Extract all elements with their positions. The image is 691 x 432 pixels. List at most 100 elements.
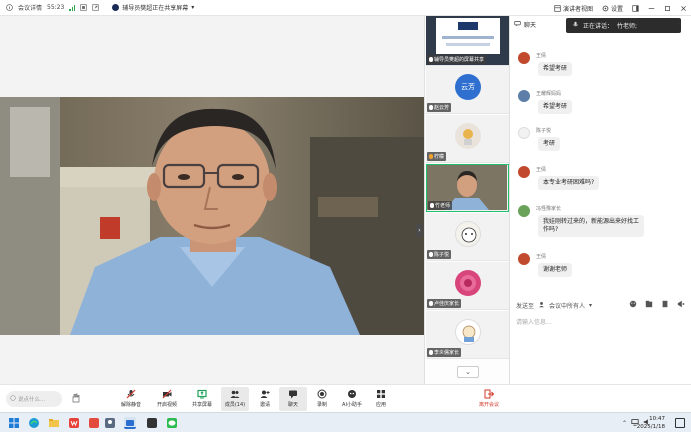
send-to-label: 发送至 [516,303,535,310]
message-text: 谢谢老师 [538,263,573,277]
message-sender: 王倩 [536,254,547,260]
info-icon[interactable] [6,4,13,11]
windows-start-icon[interactable] [8,417,20,429]
wps-icon[interactable] [68,417,80,429]
participant-name: 竹老师 [428,201,453,210]
message-text: 我娃刚转过来的，新能源出来好找工 作吗? [538,215,645,237]
chat-icon [288,389,298,399]
avatar [518,205,530,217]
message-sender: 王耀辉妈妈 [536,91,562,97]
chat-tools [629,300,685,308]
megaphone-icon[interactable] [677,300,685,308]
message-text: 希望考研 [538,100,573,114]
file-icon[interactable] [645,300,653,308]
send-to-value: 会议中所有人 [549,303,586,310]
invite-button[interactable]: 邀请 [251,387,279,411]
meeting-app-icon[interactable] [124,417,136,429]
file-explorer-icon[interactable] [48,417,60,429]
participant-name: 辅导员樊超的屏幕共享 [427,55,487,64]
participant-tile[interactable]: 李炎儒家长 [426,311,509,359]
participant-tile[interactable]: 云芳 赵云芳 [426,66,509,114]
participant-tile-active[interactable]: 竹老师 [426,164,509,212]
exit-icon [484,389,495,399]
message-sender: 冯怪豫家长 [536,206,562,212]
presenter-view-button[interactable]: 演讲者视图 [554,4,593,13]
layout-icon [554,4,561,12]
participant-name: 陈子悦 [427,250,452,259]
apps-label: 应用 [375,402,386,408]
ai-icon [347,389,357,399]
message-text: 本专业考研困难吗? [538,176,600,190]
chevron-down-icon: ▾ [589,302,593,309]
share-screen-button[interactable]: 共享屏幕 [188,387,216,411]
avatar [518,52,530,64]
mic-icon [430,203,434,208]
app-dark-icon[interactable] [146,417,158,429]
mic-icon [429,350,433,355]
edge-browser-icon[interactable] [28,417,40,429]
participant-tile[interactable]: 陈子悦 [426,213,509,261]
sidebar-toggle-icon[interactable] [632,4,639,12]
chat-button[interactable]: 聊天 [279,387,307,411]
avatar [518,253,530,265]
avatar [518,166,530,178]
scroll-down-button[interactable]: ⌄ [457,366,479,378]
apps-button[interactable]: 应用 [367,387,395,411]
notification-icon[interactable] [675,418,685,428]
chat-title: 聊天 [524,22,537,29]
chevron-up-icon[interactable]: ⌃ [622,420,627,427]
taskbar-clock[interactable]: 10:47 2025/1/18 [637,415,665,431]
screen-share-status[interactable]: 辅导员樊超正在共享屏幕 ▾ [112,3,194,12]
avatar: 云芳 [455,74,481,100]
start-video-button[interactable]: 开启视频 [153,387,181,411]
expand-icon[interactable] [92,4,99,11]
chat-input[interactable]: 请输入信息... [516,317,552,326]
settings-button[interactable]: 设置 [602,4,623,13]
chat-icon [514,20,521,29]
members-button[interactable]: 成员(14) [221,387,249,411]
mic-icon [429,252,433,257]
shared-screen-thumbnail [436,18,500,54]
send-to-selector[interactable]: 发送至 会议中所有人 ▾ [516,301,592,310]
participant-tile[interactable]: 卢佳庆家长 [426,262,509,310]
avatar [455,319,481,345]
document-icon[interactable] [661,300,669,308]
participant-tile[interactable]: 柠檬 [426,115,509,163]
app-red-icon[interactable] [88,417,100,429]
app-person-icon[interactable] [104,417,116,429]
apps-grid-icon [376,389,386,399]
close-icon[interactable] [680,5,687,12]
ai-assistant-button[interactable]: AI小助手 [338,387,366,411]
participant-tile[interactable]: 辅导员樊超的屏幕共享 [426,16,509,66]
message-sender: 陈子悦 [536,128,552,134]
quick-message-input[interactable]: 说点什么... [6,391,62,407]
avatar [518,90,530,102]
unmute-label: 解除静音 [120,402,141,408]
camera-off-icon [162,389,172,399]
add-user-icon [260,389,270,399]
collapse-strip-button[interactable]: › [416,224,423,237]
message-sender: 王倩 [536,53,547,59]
speaking-indicator: 正在讲话： 竹老师; [566,18,681,33]
chat-bubble-icon [10,395,16,403]
leave-meeting-button[interactable]: 离开会议 [474,387,504,411]
minimize-icon[interactable] [648,5,655,12]
chat-label: 聊天 [287,402,298,408]
title-bar-right: 演讲者视图 设置 [554,0,687,16]
avatar [518,127,530,139]
raise-hand-button[interactable] [68,391,82,407]
wechat-icon[interactable] [166,417,178,429]
unmute-button[interactable]: 解除静音 [117,387,145,411]
emoji-icon[interactable] [629,300,637,308]
ai-assistant-label: AI小助手 [342,402,362,408]
message-text: 考研 [538,137,561,151]
maximize-icon[interactable] [664,5,671,12]
presenter-view-label: 演讲者视图 [562,5,593,13]
meeting-info-button[interactable]: 会议详情 [18,3,42,12]
title-bar: 会议详情 55:23 辅导员樊超正在共享屏幕 ▾ 演讲者视图 设置 [0,0,691,16]
record-button[interactable]: 录制 [308,387,336,411]
mic-icon [429,105,433,110]
user-icon [538,301,545,310]
speaker-video[interactable] [0,97,424,335]
speaking-label: 正在讲话： [583,23,614,30]
